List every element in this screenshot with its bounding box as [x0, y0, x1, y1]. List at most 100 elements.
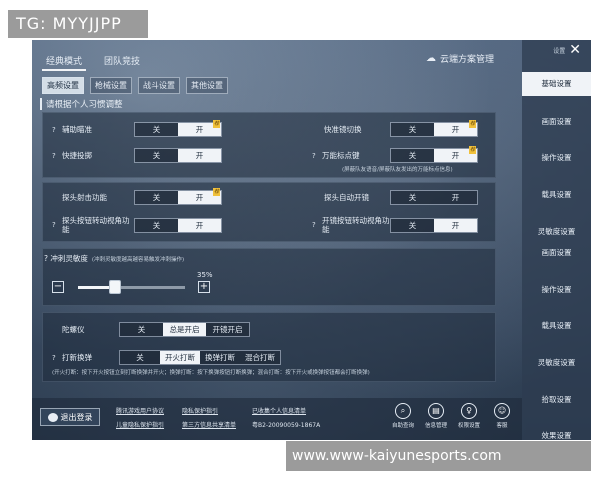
row-quick-throw: ? 快捷投掷 关 开	[52, 148, 222, 163]
gyro-option-off[interactable]: 关	[120, 323, 163, 336]
self-query-button[interactable]: ⌕ 自助查询	[388, 403, 418, 429]
search-icon: ⌕	[395, 403, 411, 419]
sensitivity-track[interactable]	[78, 286, 185, 289]
toggle-off[interactable]: 关	[391, 123, 434, 136]
tab-frequent-settings[interactable]: 高频设置	[42, 77, 84, 94]
gyro-option-always[interactable]: 总是开启	[163, 323, 206, 336]
link-info-list[interactable]: 已收集个人信息清单	[252, 406, 306, 415]
peek-auto-scope-toggle[interactable]: 关 开	[390, 190, 478, 205]
toggle-off[interactable]: 关	[135, 149, 178, 162]
toggle-on[interactable]: 开	[178, 218, 221, 232]
help-icon[interactable]: ?	[52, 152, 62, 160]
permission-label: 权限设置	[457, 423, 480, 429]
tab-combat-settings[interactable]: 战斗设置	[138, 77, 180, 94]
plus-button[interactable]: +	[198, 281, 210, 293]
toggle-on[interactable]: 开	[434, 191, 477, 204]
sub-tabs: 高频设置 枪械设置 战斗设置 其他设置	[42, 77, 228, 94]
toggle-off[interactable]: 关	[391, 218, 434, 232]
toggle-on[interactable]: 开荐	[434, 120, 477, 136]
info-manage-button[interactable]: ▤ 信息管理	[421, 403, 451, 429]
toggle-on[interactable]: 开	[178, 149, 221, 162]
aim-assist-toggle[interactable]: 关 开荐	[134, 120, 222, 137]
peek-fire-label: 探头射击功能	[62, 193, 107, 202]
help-icon[interactable]: ?	[312, 152, 322, 160]
fire-option-mixed-interrupt[interactable]: 混合打断	[240, 351, 280, 364]
link-third-party[interactable]: 第三方信息共享清单	[182, 420, 236, 429]
fire-option-reload-interrupt[interactable]: 换弹打断	[200, 351, 240, 364]
gyroscope-options: 关 总是开启 开镜开启	[119, 322, 250, 337]
toggle-off[interactable]: 关	[135, 191, 178, 204]
sidebar-item-vehicle-2[interactable]: 载具设置	[522, 320, 591, 331]
link-privacy[interactable]: 隐私保护指引	[182, 406, 218, 415]
sidebar-item-controls-2[interactable]: 操作设置	[522, 284, 591, 295]
logout-label: 退出登录	[60, 412, 93, 422]
tab-weapon-settings[interactable]: 枪械设置	[90, 77, 132, 94]
peek-rotate-label: 探头按钮转动视角功能	[62, 216, 130, 234]
toggle-on[interactable]: 开荐	[434, 146, 477, 162]
sidebar-item-basic[interactable]: 基础设置	[522, 72, 591, 96]
toggle-off[interactable]: 关	[391, 149, 434, 162]
tab-classic-mode[interactable]: 经典模式	[42, 52, 87, 71]
sidebar-header: 设置 ✕	[522, 40, 591, 60]
help-icon[interactable]: ?	[52, 354, 62, 362]
service-icon: ☺	[494, 403, 510, 419]
peek-fire-toggle[interactable]: 关 开荐	[134, 188, 222, 205]
toggle-on[interactable]: 开荐	[178, 188, 221, 204]
toggle-off[interactable]: 关	[391, 191, 434, 204]
close-icon[interactable]: ✕	[569, 43, 581, 57]
link-child-privacy[interactable]: 儿童隐私保护指引	[116, 420, 164, 429]
sensitivity-note: (冲刺灵敏度越高越容易触发冲刺操作)	[91, 257, 185, 263]
help-icon[interactable]: ?	[52, 126, 62, 134]
toggle-off[interactable]: 关	[135, 218, 178, 232]
gyro-option-scope[interactable]: 开镜开启	[206, 323, 249, 336]
sidebar-item-controls[interactable]: 操作设置	[522, 152, 591, 163]
sidebar-item-graphics[interactable]: 画面设置	[522, 116, 591, 127]
toggle-on[interactable]: 开荐	[178, 120, 221, 136]
sidebar-item-effects[interactable]: 效果设置	[522, 430, 591, 440]
help-icon[interactable]: ?	[312, 221, 322, 229]
sensitivity-knob[interactable]	[109, 280, 122, 294]
scope-rotate-toggle[interactable]: 关 开	[390, 217, 478, 233]
toggle-off[interactable]: 关	[135, 123, 178, 136]
tab-team-deathmatch[interactable]: 团队竞技	[100, 52, 144, 71]
customer-service-label: 客服	[496, 423, 508, 429]
scope-switch-toggle[interactable]: 关 开荐	[390, 120, 478, 137]
logout-button[interactable]: 退出登录	[40, 408, 100, 426]
scope-rotate-label: 开镜按钮转动视角功能	[322, 216, 390, 234]
sensitivity-value: 35%	[197, 271, 213, 279]
fire-mode-label: 打新换弹	[62, 353, 92, 362]
row-scope-switch: 快准镜切换 关 开荐	[324, 120, 478, 137]
row-universal-mark: ? 万能标点键 关 开荐	[312, 146, 478, 163]
wechat-icon	[47, 412, 58, 422]
cloud-icon: ☁	[426, 53, 436, 64]
cloud-scheme-button[interactable]: ☁ 云端方案管理	[426, 52, 494, 65]
peek-auto-scope-label: 探头自动开镜	[324, 193, 369, 202]
watermark-top: TG: MYYJJPP	[8, 10, 148, 38]
sidebar-item-vehicle[interactable]: 载具设置	[522, 189, 591, 200]
permission-button[interactable]: ♀ 权限设置	[454, 403, 484, 429]
link-user-agreement[interactable]: 腾讯游戏用户协议	[116, 406, 164, 415]
fire-option-fire-interrupt[interactable]: 开火打断	[160, 351, 200, 364]
help-icon[interactable]: ?	[52, 221, 62, 229]
mode-tabs: 经典模式 团队竞技	[42, 52, 144, 71]
row-gyroscope: 陀螺仪 关 总是开启 开镜开启	[62, 322, 250, 337]
sidebar-item-graphics-2[interactable]: 画面设置	[522, 247, 591, 258]
sidebar-item-sensitivity-2[interactable]: 灵敏度设置	[522, 357, 591, 368]
quick-throw-label: 快捷投掷	[62, 151, 92, 160]
minus-button[interactable]: −	[52, 281, 64, 293]
row-scope-rotate: ? 开镜按钮转动视角功能 关 开	[312, 216, 478, 234]
aim-assist-label: 辅助瞄准	[62, 125, 92, 134]
customer-service-button[interactable]: ☺ 客服	[487, 403, 517, 429]
sidebar-item-pickup[interactable]: 拾取设置	[522, 394, 591, 405]
self-query-label: 自助查询	[391, 423, 414, 429]
fire-option-off[interactable]: 关	[120, 351, 160, 364]
universal-mark-note: (屏蔽队友语音/屏蔽队友发出的万能标点信息)	[342, 167, 453, 173]
quick-throw-toggle[interactable]: 关 开	[134, 148, 222, 163]
adjust-hint: 请根据个人习惯调整	[40, 98, 123, 110]
toggle-on[interactable]: 开	[434, 218, 477, 232]
peek-rotate-toggle[interactable]: 关 开	[134, 217, 222, 233]
license-number: 粤B2-20090059-1867A	[252, 422, 321, 429]
tab-other-settings[interactable]: 其他设置	[186, 77, 228, 94]
sidebar-item-sensitivity[interactable]: 灵敏度设置	[522, 226, 591, 237]
universal-mark-toggle[interactable]: 关 开荐	[390, 146, 478, 163]
